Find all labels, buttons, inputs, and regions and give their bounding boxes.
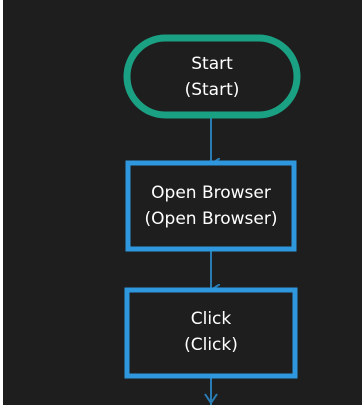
start-node-label: Start (Start) <box>127 51 297 103</box>
open-browser-node-subtitle: (Open Browser) <box>144 209 278 229</box>
click-node-subtitle: (Click) <box>184 335 238 355</box>
open-browser-node-title: Open Browser <box>151 183 271 203</box>
flowchart-canvas: Start (Start) Open Browser (Open Browser… <box>0 0 364 405</box>
start-node-title: Start <box>191 54 233 74</box>
start-node-subtitle: (Start) <box>184 80 240 100</box>
click-node-title: Click <box>190 309 232 329</box>
click-node-label: Click (Click) <box>127 306 295 358</box>
open-browser-node-label: Open Browser (Open Browser) <box>128 180 294 232</box>
